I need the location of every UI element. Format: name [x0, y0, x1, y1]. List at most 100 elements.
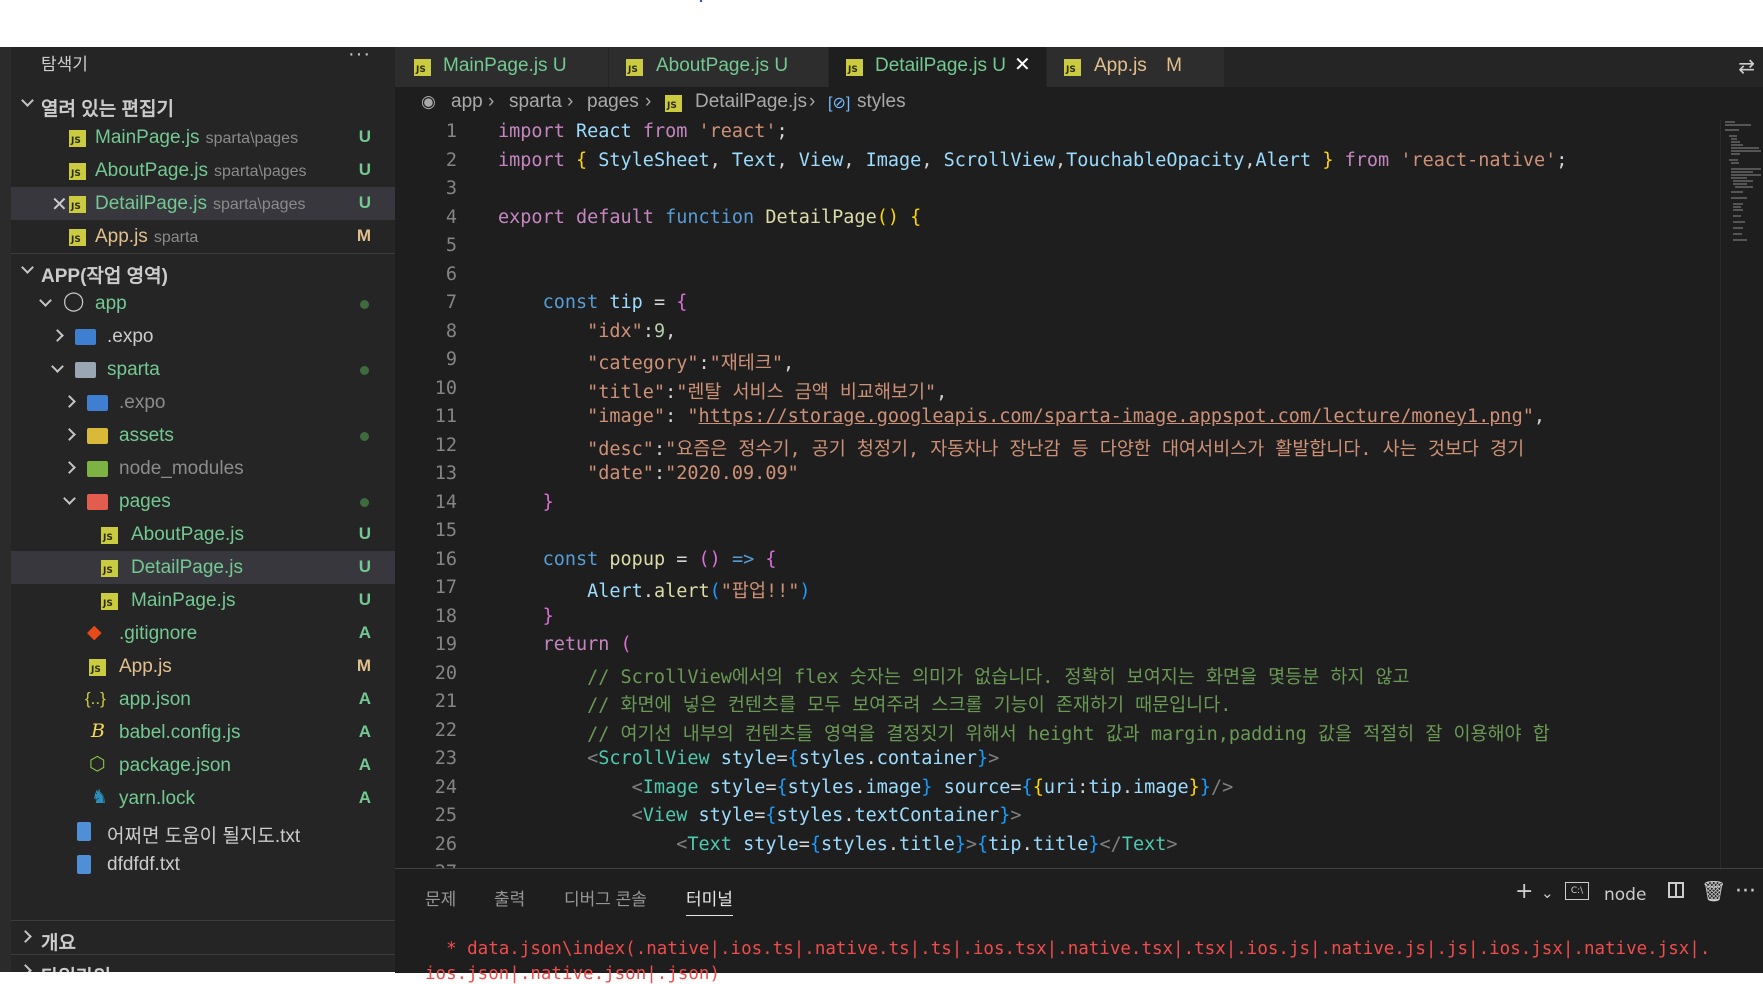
code-editor[interactable]: 1 import React from 'react'; 2 import { … — [395, 119, 1720, 868]
folder-open-icon — [75, 362, 96, 378]
more-actions-icon[interactable]: ··· — [1735, 879, 1756, 904]
timeline-section-header[interactable]: 타임라인 — [11, 955, 395, 972]
line-number: 5 — [445, 235, 457, 256]
open-editors-section-header[interactable]: 열려 있는 편집기 — [11, 87, 395, 120]
code-line: "date":"2020.09.09" — [587, 463, 799, 484]
tab-badge: U — [992, 55, 1006, 76]
pages-folder-icon — [87, 494, 108, 510]
expo-folder-icon — [87, 395, 108, 411]
panel-tab-debug-console[interactable]: 디버그 콘솔 — [564, 885, 647, 910]
terminal-name[interactable]: node — [1604, 885, 1646, 905]
tab-label: AboutPage.js — [656, 55, 770, 76]
tree-folder-expo-nested[interactable]: .expo — [11, 386, 395, 419]
git-status-badge: A — [358, 623, 371, 642]
tab-mainpage[interactable]: JS MainPage.js U — [395, 47, 609, 87]
timeline-label: 타임라인 — [41, 962, 111, 972]
code-line: "category":"재테크", — [587, 353, 795, 374]
add-terminal-icon[interactable]: + — [1515, 879, 1533, 904]
tree-label: sparta — [107, 359, 160, 380]
tree-file-detailpage-selected[interactable]: JS DetailPage.js U — [11, 551, 395, 584]
outline-section-header[interactable]: 개요 — [11, 921, 395, 954]
tree-label: App.js — [119, 656, 172, 677]
open-editor-item-selected[interactable]: ✕ JS DetailPage.js sparta\pages U — [11, 187, 395, 220]
git-status-badge: U — [358, 127, 371, 146]
minimap[interactable] — [1720, 119, 1763, 868]
chevron-right-icon: › — [645, 91, 652, 112]
git-status-badge: M — [356, 656, 371, 675]
code-line: return ( — [542, 634, 632, 655]
tree-folder-expo[interactable]: .expo — [11, 320, 395, 353]
tree-file-mainpage[interactable]: JS MainPage.js U — [11, 584, 395, 617]
tree-folder-app[interactable]: ◯ app — [11, 287, 395, 320]
tree-file-txt[interactable]: 어쩌면 도움이 될지도.txt — [11, 815, 395, 848]
panel-tab-problems[interactable]: 문제 — [425, 885, 456, 910]
outline-label: 개요 — [41, 933, 76, 954]
tree-folder-sparta[interactable]: sparta — [11, 353, 395, 386]
line-number: 10 — [434, 377, 457, 399]
tree-label: .expo — [119, 392, 166, 413]
js-file-icon: JS — [414, 59, 431, 76]
tree-file-babel[interactable]: B babel.config.js A — [11, 716, 395, 749]
source-control-compare-icon[interactable]: ⇄ — [1738, 54, 1755, 78]
close-icon[interactable]: ✕ — [51, 192, 68, 217]
tree-folder-assets[interactable]: assets — [11, 419, 395, 452]
npm-icon: ⬡ — [89, 754, 106, 775]
babel-icon: B — [91, 720, 105, 742]
git-status-badge: M — [356, 226, 371, 245]
code-line: export default function DetailPage() { — [498, 206, 922, 228]
tab-detailpage-active[interactable]: JS DetailPage.js U ✕ — [829, 47, 1047, 87]
tree-folder-pages[interactable]: pages — [11, 485, 395, 518]
tree-label: app.json — [119, 689, 191, 710]
panel-tab-terminal[interactable]: 터미널 — [686, 885, 733, 916]
tree-label: package.json — [119, 755, 231, 776]
editor-area: JS MainPage.js U JS AboutPage.js U JS De… — [395, 47, 1763, 984]
git-status-badge: U — [358, 557, 371, 576]
tree-file-gitignore[interactable]: ◆ .gitignore A — [11, 617, 395, 650]
chevron-down-icon — [21, 261, 34, 274]
line-number: 9 — [445, 349, 457, 370]
chevron-right-icon — [63, 395, 76, 408]
more-actions-icon[interactable]: ··· — [348, 47, 371, 66]
line-number: 23 — [434, 748, 457, 769]
tab-appjs[interactable]: JS App.js M — [1047, 47, 1225, 87]
tree-file-package[interactable]: ⬡ package.json A — [11, 749, 395, 782]
open-editor-item[interactable]: JS AboutPage.js sparta\pages U — [11, 154, 395, 187]
trash-icon[interactable]: 🗑 — [1701, 879, 1726, 903]
line-number: 2 — [445, 149, 457, 171]
breadcrumb-item[interactable]: app — [451, 91, 483, 113]
panel-tab-output[interactable]: 출력 — [494, 885, 525, 910]
chevron-down-icon — [39, 294, 52, 307]
breadcrumb-item[interactable]: pages — [587, 91, 639, 113]
tree-label: .gitignore — [119, 623, 198, 644]
activity-bar-edge — [0, 47, 11, 972]
open-editor-name: DetailPage.js — [95, 193, 207, 214]
tree-file-aboutpage[interactable]: JS AboutPage.js U — [11, 518, 395, 551]
split-terminal-icon[interactable] — [1668, 882, 1684, 898]
target-circle-icon: ◉ — [421, 92, 436, 111]
chevron-right-icon — [19, 930, 32, 943]
open-editor-item[interactable]: JS MainPage.js sparta\pages U — [11, 121, 395, 154]
tree-file-txt[interactable]: dfdfdf.txt — [11, 848, 395, 881]
workspace-section-header[interactable]: APP(작업 영역) — [11, 254, 395, 287]
tree-label: node_modules — [119, 458, 244, 479]
open-editor-item[interactable]: JS App.js sparta M — [11, 220, 395, 253]
js-file-icon: JS — [69, 229, 86, 246]
tree-file-appjson[interactable]: {..} app.json A — [11, 683, 395, 716]
tree-folder-node-modules[interactable]: node_modules — [11, 452, 395, 485]
breadcrumb-item[interactable]: sparta — [509, 91, 562, 113]
chevron-right-icon — [19, 964, 32, 972]
breadcrumb-item[interactable]: styles — [857, 91, 906, 113]
line-number: 26 — [434, 833, 457, 855]
chevron-down-icon[interactable]: ⌄ — [1541, 884, 1554, 902]
close-tab-icon[interactable]: ✕ — [1014, 52, 1031, 76]
tab-aboutpage[interactable]: JS AboutPage.js U — [609, 47, 829, 87]
line-number: 17 — [434, 577, 457, 598]
line-number: 3 — [445, 178, 457, 199]
tree-file-appjs[interactable]: JS App.js M — [11, 650, 395, 683]
js-file-icon: JS — [69, 130, 86, 147]
tree-file-yarn[interactable]: ♞ yarn.lock A — [11, 782, 395, 815]
code-line: <View style={styles.textContainer}> — [631, 805, 1022, 826]
line-number: 24 — [434, 776, 457, 798]
line-number: 14 — [434, 491, 457, 513]
breadcrumb-item[interactable]: DetailPage.js — [695, 91, 807, 113]
